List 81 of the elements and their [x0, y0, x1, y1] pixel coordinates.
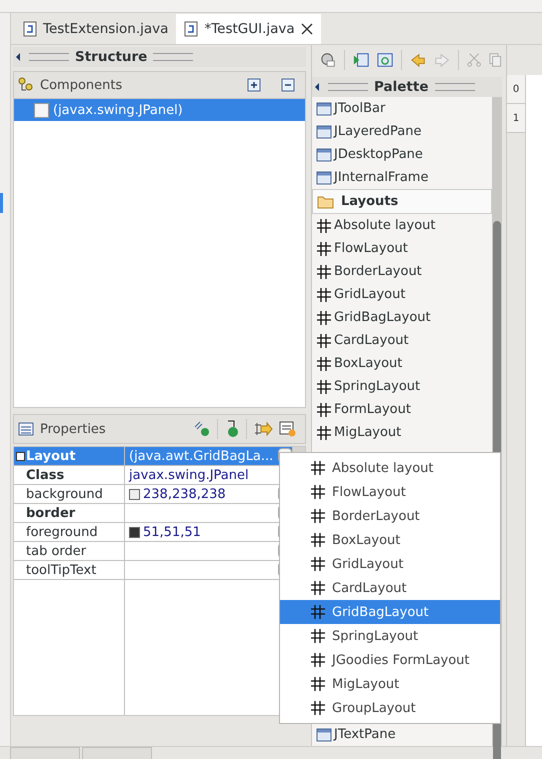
grid-icon	[310, 460, 326, 476]
grid-icon	[316, 240, 332, 256]
folder-icon	[317, 194, 335, 208]
menu-item[interactable]: GridLayout	[280, 552, 500, 576]
collapse-all-icon[interactable]	[281, 78, 295, 92]
palette-item[interactable]: MigLayout	[312, 421, 492, 444]
grid-icon	[310, 652, 326, 668]
menu-item[interactable]: SpringLayout	[280, 624, 500, 648]
grid-icon	[310, 484, 326, 500]
palette-item[interactable]: BorderLayout	[312, 260, 492, 283]
grid-icon	[310, 556, 326, 572]
palette-item[interactable]: FlowLayout	[312, 237, 492, 260]
table-icon[interactable]	[279, 421, 297, 437]
grid-icon	[310, 532, 326, 548]
grip-lines[interactable]	[29, 53, 69, 61]
menu-item[interactable]: MigLayout	[280, 672, 500, 696]
grid-icon	[310, 700, 326, 716]
grid-icon	[316, 218, 332, 234]
palette-item[interactable]: FormLayout	[312, 398, 492, 421]
grip-lines[interactable]	[434, 83, 474, 91]
menu-item[interactable]: GroupLayout	[280, 696, 500, 720]
menu-item[interactable]: CardLayout	[280, 576, 500, 600]
ruler-label: 0	[507, 75, 525, 104]
palette-item[interactable]: Absolute layout	[312, 214, 492, 237]
section-title: Components	[40, 78, 122, 92]
events-icon[interactable]	[193, 421, 211, 437]
window-icon	[316, 146, 332, 162]
expand-all-icon[interactable]	[247, 78, 261, 92]
window-icon	[316, 170, 332, 186]
panel-title: Structure	[75, 49, 148, 65]
palette-item[interactable]: JTextPane	[312, 723, 492, 746]
grid-icon	[310, 628, 326, 644]
grid-icon	[316, 378, 332, 394]
grid-icon	[310, 508, 326, 524]
tree-item[interactable]: (javax.swing.JPanel)	[14, 99, 305, 121]
panel-title: Palette	[374, 79, 428, 95]
palette-item[interactable]: GridBagLayout	[312, 306, 492, 329]
property-name[interactable]: Layout	[14, 447, 125, 466]
file-icon	[23, 21, 37, 37]
editor-tab[interactable]: *TestGUI.java	[176, 14, 321, 44]
window-icon	[316, 100, 332, 116]
file-icon	[184, 21, 198, 37]
panel-marker	[0, 193, 3, 213]
refresh-icon[interactable]	[377, 52, 394, 68]
menu-item[interactable]: GridBagLayout	[280, 600, 500, 624]
grid-icon	[310, 604, 326, 620]
close-icon[interactable]	[300, 23, 313, 35]
property-value[interactable]: (java.awt.GridBagLa...	[125, 447, 292, 466]
undo-icon[interactable]	[410, 52, 426, 68]
grid-icon	[316, 356, 332, 372]
palette-item[interactable]: JLayeredPane	[312, 120, 492, 143]
ball-icon[interactable]	[320, 51, 336, 69]
window-icon	[316, 124, 332, 140]
palette-category[interactable]: Layouts	[312, 189, 492, 214]
grid-icon	[316, 402, 332, 418]
grid-icon	[310, 580, 326, 596]
palette-item[interactable]: SpringLayout	[312, 375, 492, 398]
grid-icon	[310, 676, 326, 692]
grip-lines[interactable]	[153, 53, 194, 61]
palette-item[interactable]: JDesktopPane	[312, 143, 492, 166]
arrow-icon[interactable]	[253, 421, 273, 437]
ruler-label: 1	[507, 104, 525, 133]
grid-icon	[316, 264, 332, 280]
section-title: Properties	[40, 422, 106, 436]
palette-item[interactable]: JInternalFrame	[312, 166, 492, 189]
palette-item[interactable]: JToolBar	[312, 97, 492, 120]
run-icon[interactable]	[352, 52, 370, 68]
editor-tab[interactable]: TestExtension.java	[15, 14, 176, 44]
palette-item[interactable]: CardLayout	[312, 329, 492, 352]
expand-icon[interactable]	[16, 452, 25, 461]
list-icon	[18, 422, 34, 436]
components-icon	[18, 77, 34, 93]
grid-icon	[316, 332, 332, 348]
grip-lines[interactable]	[328, 83, 368, 91]
palette-item[interactable]: GridLayout	[312, 283, 492, 306]
menu-item[interactable]: JGoodies FormLayout	[280, 648, 500, 672]
window-icon	[316, 726, 332, 742]
grid-icon	[316, 286, 332, 302]
grid-icon	[316, 424, 332, 440]
palette-item[interactable]: BoxLayout	[312, 352, 492, 375]
grid-icon	[316, 310, 332, 326]
